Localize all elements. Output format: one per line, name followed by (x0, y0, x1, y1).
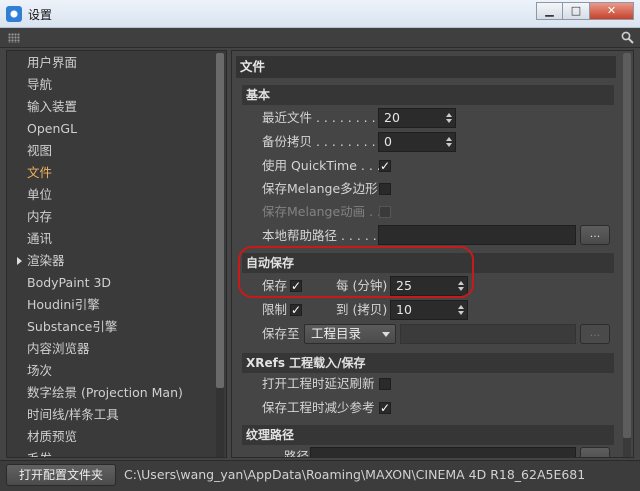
page-title: 文件 (236, 56, 616, 78)
save-to-value: 工程目录 (311, 326, 362, 341)
main-scroll-thumb[interactable] (623, 53, 631, 438)
window-titlebar: 设置 ▁ □ ✕ (0, 0, 640, 28)
local-help-path-label: 本地帮助路径 . . . . . (262, 228, 377, 243)
cinema4d-app-icon (6, 6, 22, 22)
sidebar-item-material-preview[interactable]: 材质预览 (7, 426, 215, 448)
window-title: 设置 (28, 8, 53, 22)
texture-path-1-field[interactable] (310, 447, 576, 457)
main-scrollbar[interactable] (623, 53, 631, 457)
minimize-button[interactable]: ▁ (536, 2, 563, 20)
save-melange-anim-label: 保存Melange动画 . . (262, 204, 382, 219)
settings-sidebar: 用户界面 导航 输入装置 OpenGL 视图 文件 单位 内存 通讯 渲染器 B… (6, 50, 227, 458)
save-melange-polys-checkbox[interactable] (379, 183, 391, 195)
sidebar-item-files[interactable]: 文件 (7, 162, 215, 184)
sidebar-item-substance[interactable]: Substance引擎 (7, 316, 215, 338)
spinner-icon[interactable] (446, 113, 452, 123)
reduce-refs-checkbox[interactable]: ✓ (379, 402, 391, 414)
toolbar (0, 28, 640, 48)
save-to-dropdown[interactable]: 工程目录 (304, 324, 396, 344)
window-controls: ▁ □ ✕ (536, 2, 634, 20)
sidebar-item-bodypaint[interactable]: BodyPaint 3D (7, 272, 215, 294)
autosave-highlight-annotation (238, 246, 474, 298)
sidebar-item-units[interactable]: 单位 (7, 184, 215, 206)
to-copies-value: 10 (396, 302, 412, 317)
backup-copies-value: 0 (384, 134, 392, 149)
delay-refresh-label: 打开工程时延迟刷新 (262, 376, 375, 391)
limit-label: 限制 (262, 302, 288, 317)
sidebar-scrollbar[interactable] (216, 53, 224, 457)
section-header-basic: 基本 (242, 85, 614, 105)
save-melange-anim-checkbox (379, 206, 391, 218)
sidebar-item-user-interface[interactable]: 用户界面 (7, 52, 215, 74)
backup-copies-field[interactable]: 0 (378, 132, 456, 152)
reduce-refs-label: 保存工程时减少参考 (262, 400, 375, 415)
open-config-folder-button[interactable]: 打开配置文件夹 (6, 464, 116, 486)
close-button[interactable]: ✕ (590, 2, 634, 20)
sidebar-item-timeline[interactable]: 时间线/样条工具 (7, 404, 215, 426)
texture-path-1-browse-button[interactable] (580, 447, 610, 457)
to-copies-label: 到 (拷贝) (336, 302, 388, 317)
config-path-text: C:\Users\wang_yan\AppData\Roaming\MAXON\… (124, 467, 586, 482)
sidebar-scroll-thumb[interactable] (216, 53, 224, 388)
bottom-bar: 打开配置文件夹 C:\Users\wang_yan\AppData\Roamin… (0, 460, 640, 491)
sidebar-item-navigation[interactable]: 导航 (7, 74, 215, 96)
save-melange-polys-label: 保存Melange多边形 (262, 181, 378, 196)
save-to-browse-button: ... (580, 324, 610, 344)
sidebar-item-opengl[interactable]: OpenGL (7, 118, 215, 140)
help-path-browse-button[interactable]: ... (580, 225, 610, 245)
to-copies-field[interactable]: 10 (390, 300, 468, 320)
search-icon[interactable] (621, 31, 634, 44)
sidebar-item-renderer[interactable]: 渲染器 (7, 250, 215, 272)
recent-files-value: 20 (384, 110, 400, 125)
sidebar-item-content-browser[interactable]: 内容浏览器 (7, 338, 215, 360)
sidebar-item-memory[interactable]: 内存 (7, 206, 215, 228)
section-header-texture-paths: 纹理路径 (242, 425, 614, 445)
spinner-icon[interactable] (446, 137, 452, 147)
limit-checkbox[interactable]: ✓ (290, 304, 302, 316)
chevron-down-icon (382, 332, 390, 337)
expand-arrow-icon[interactable] (17, 257, 22, 265)
sidebar-item-projection-man[interactable]: 数字绘景 (Projection Man) (7, 382, 215, 404)
sidebar-item-hair[interactable]: 毛发 (7, 448, 215, 457)
section-header-xrefs: XRefs 工程载入/保存 (242, 353, 614, 373)
delay-refresh-checkbox[interactable] (379, 378, 391, 390)
use-quicktime-label: 使用 QuickTime . . . (262, 158, 381, 173)
save-to-label: 保存至 (262, 326, 300, 341)
save-to-path-field (400, 324, 576, 344)
backup-copies-label: 备份拷贝 . . . . . . . . . . (262, 134, 392, 149)
local-help-path-field[interactable] (378, 225, 576, 245)
sidebar-item-takes[interactable]: 场次 (7, 360, 215, 382)
sidebar-item-view[interactable]: 视图 (7, 140, 215, 162)
sidebar-item-houdini[interactable]: Houdini引擎 (7, 294, 215, 316)
sidebar-item-label: 渲染器 (27, 253, 65, 268)
recent-files-label: 最近文件 . . . . . . . . . . (262, 110, 392, 125)
recent-files-field[interactable]: 20 (378, 108, 456, 128)
maximize-button[interactable]: □ (563, 2, 590, 20)
sidebar-item-input-devices[interactable]: 输入装置 (7, 96, 215, 118)
spinner-icon[interactable] (458, 305, 464, 315)
sidebar-item-communication[interactable]: 通讯 (7, 228, 215, 250)
grip-icon[interactable] (8, 33, 20, 43)
use-quicktime-checkbox[interactable]: ✓ (379, 160, 391, 172)
